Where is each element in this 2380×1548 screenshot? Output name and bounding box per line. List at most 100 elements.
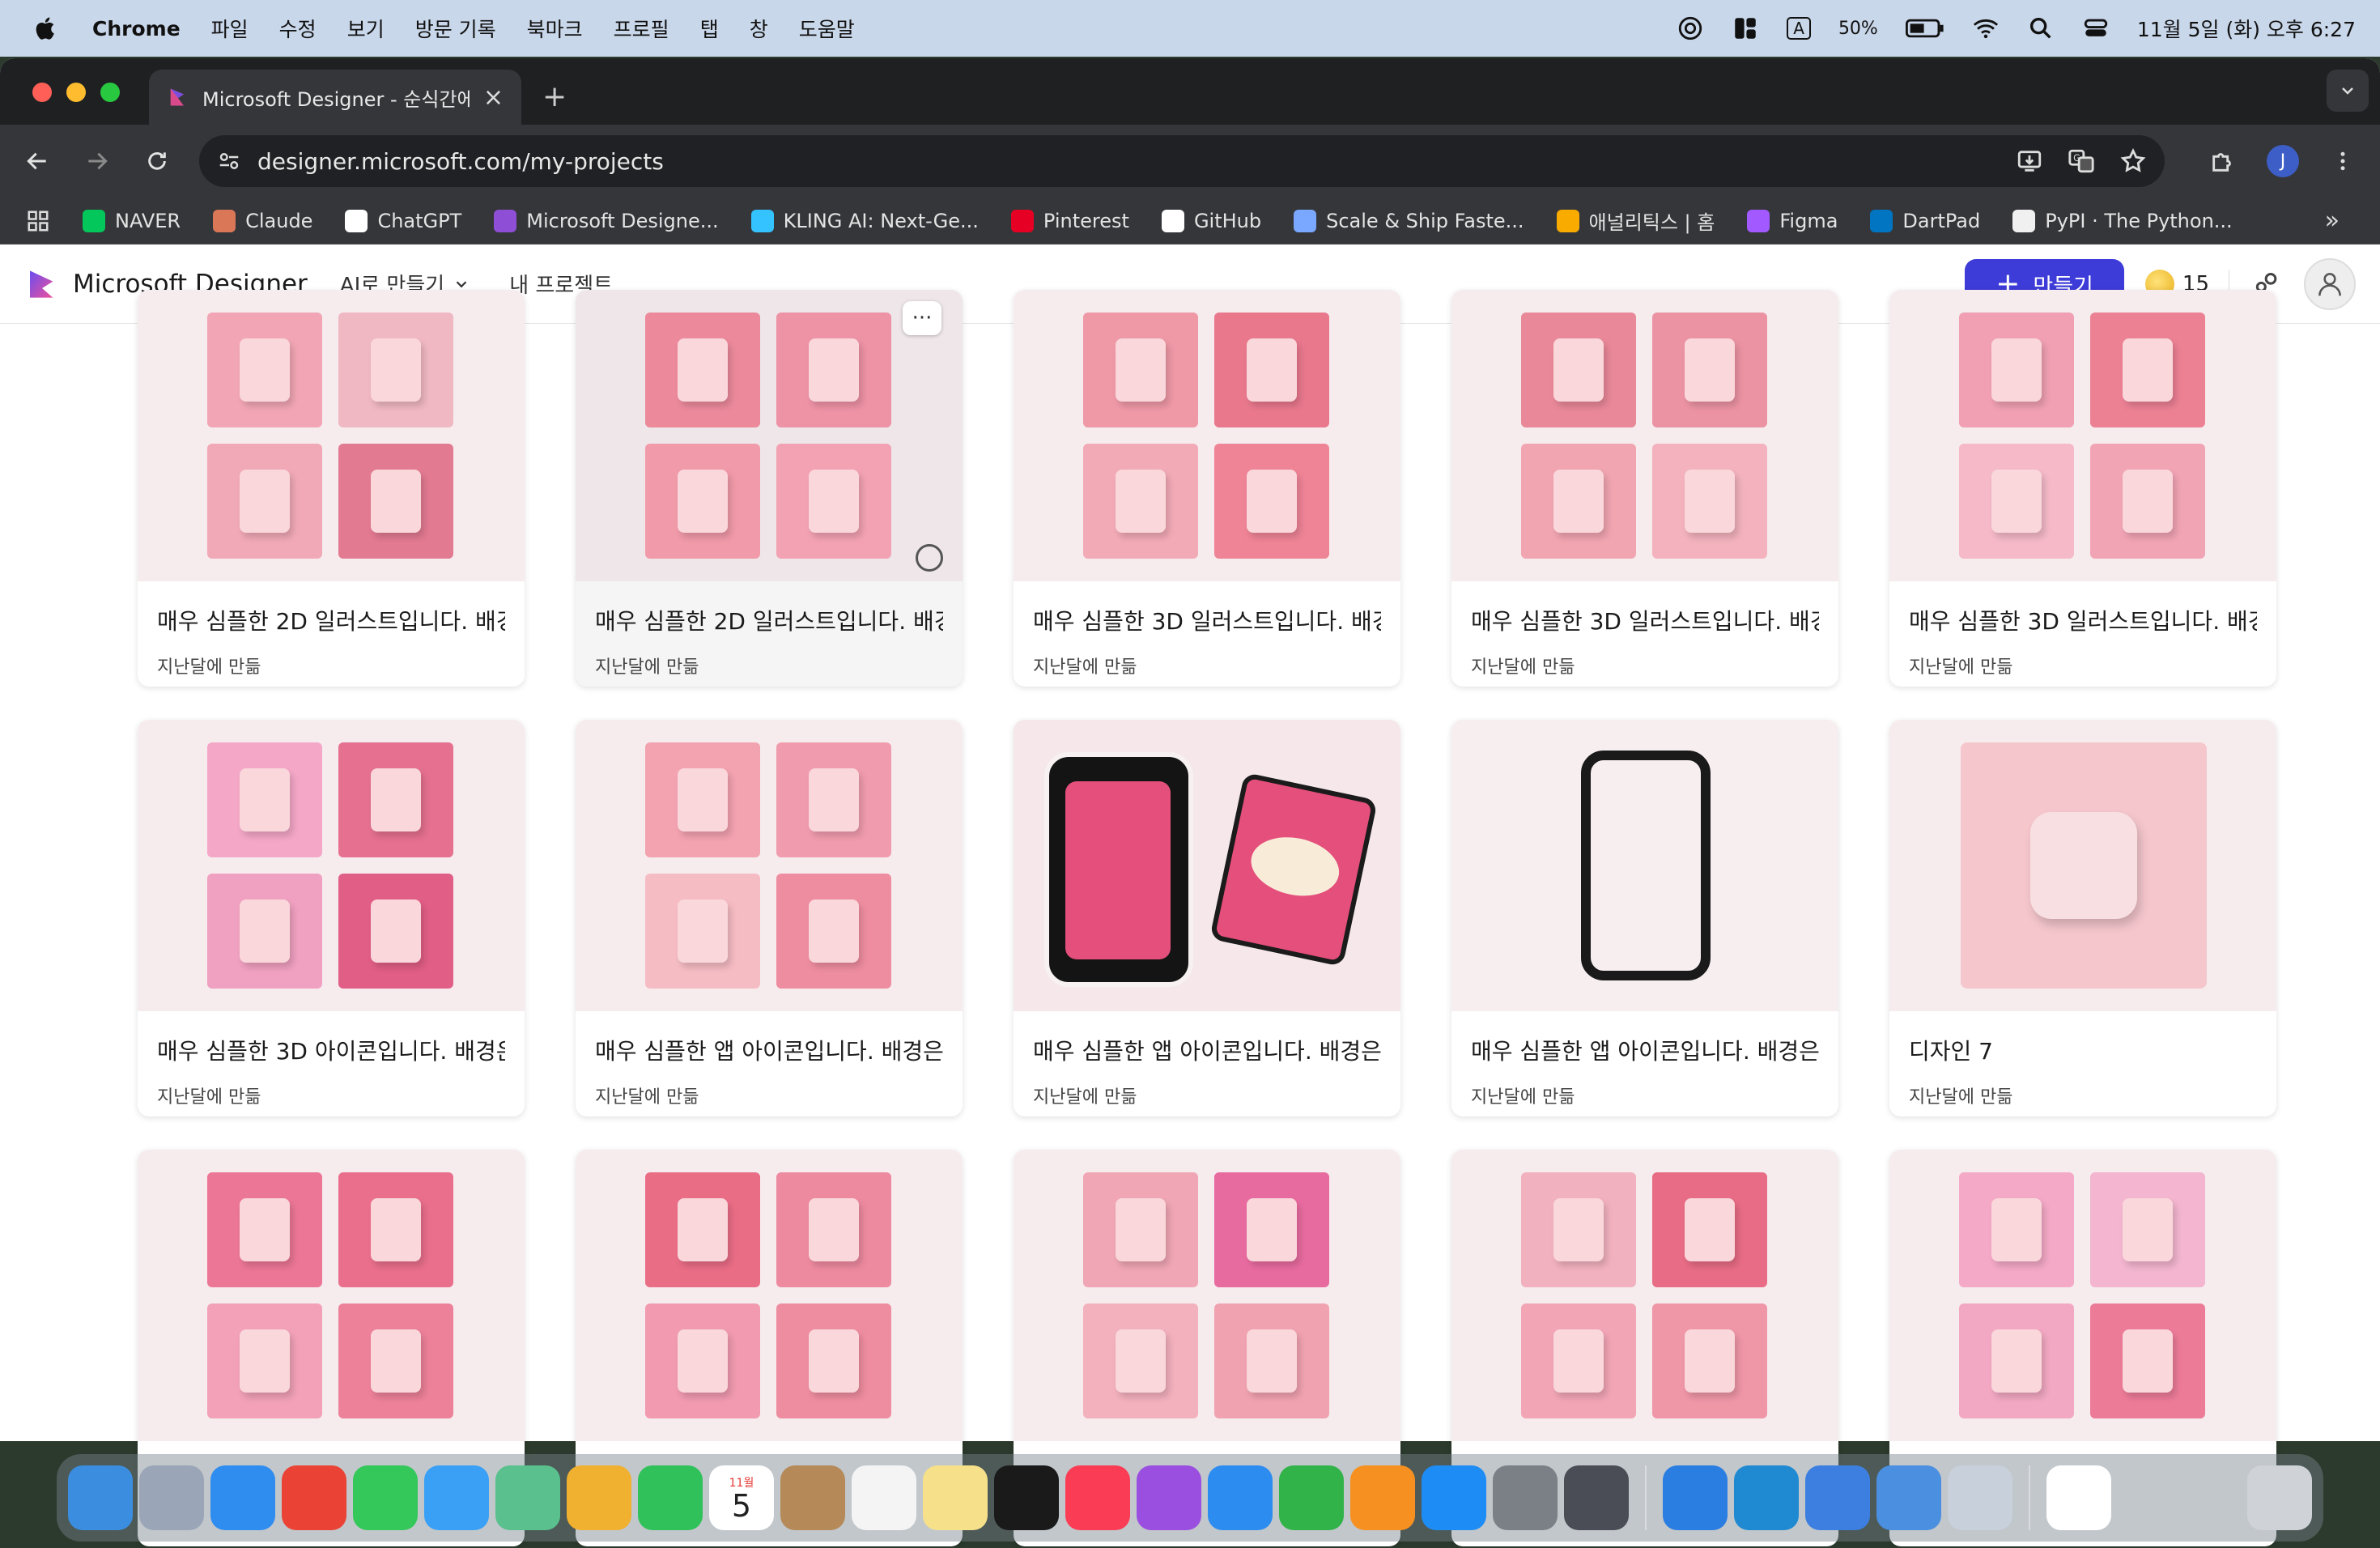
project-thumbnail[interactable] <box>1014 720 1400 1011</box>
project-title[interactable]: 매우 심플한 앱 아이콘입니다. 배경은 ... <box>1471 1034 1819 1066</box>
menu-bar-clock[interactable]: 11월 5일 (화) 오후 6:27 <box>2137 14 2356 43</box>
bookmark-item[interactable]: DartPad <box>1870 209 1980 232</box>
dock-maps-icon[interactable] <box>495 1465 560 1530</box>
dock-notes-icon[interactable] <box>923 1465 988 1530</box>
project-thumbnail[interactable] <box>576 720 963 1011</box>
dock-calendar-icon[interactable]: 11월 5 <box>709 1465 774 1530</box>
menu-view[interactable]: 보기 <box>347 14 385 43</box>
apps-grid-icon[interactable] <box>26 209 50 233</box>
project-thumbnail[interactable] <box>1014 1150 1400 1441</box>
dock-preview-icon[interactable] <box>1948 1465 2012 1530</box>
address-bar[interactable]: designer.microsoft.com/my-projects G <box>199 135 2165 187</box>
tab-close-icon[interactable]: × <box>483 83 504 112</box>
dock-trash-icon[interactable] <box>2247 1465 2312 1530</box>
zoom-window-button[interactable] <box>100 83 120 102</box>
menu-file[interactable]: 파일 <box>211 14 249 43</box>
menu-bookmarks[interactable]: 북마크 <box>527 14 583 43</box>
back-button[interactable] <box>19 143 55 179</box>
dock-safari-icon[interactable] <box>210 1465 275 1530</box>
bookmark-item[interactable]: GitHub <box>1161 209 1261 232</box>
project-thumbnail[interactable] <box>138 720 525 1011</box>
dock-podcasts-icon[interactable] <box>1137 1465 1201 1530</box>
bookmark-star-icon[interactable] <box>2119 147 2147 175</box>
dock-chrome-icon[interactable] <box>282 1465 346 1530</box>
bookmark-item[interactable]: PyPI · The Python... <box>2012 209 2233 232</box>
dock-facetime-icon[interactable] <box>638 1465 703 1530</box>
input-source-indicator[interactable]: A <box>1787 17 1811 40</box>
dock-messages-icon[interactable] <box>353 1465 418 1530</box>
extensions-button[interactable] <box>2205 143 2241 179</box>
dock-reminders-icon[interactable] <box>852 1465 916 1530</box>
site-settings-icon[interactable] <box>217 149 241 173</box>
dock-finder-icon[interactable] <box>68 1465 133 1530</box>
dock-app-store-icon[interactable] <box>1422 1465 1486 1530</box>
project-card[interactable]: 매우 심플한 3D 일러스트입니다. 배경... 지난달에 만듦 <box>1451 290 1838 687</box>
bookmark-item[interactable]: Scale & Ship Faste... <box>1294 209 1524 232</box>
minimize-window-button[interactable] <box>66 83 86 102</box>
menu-tab[interactable]: 탭 <box>700 14 719 43</box>
dock-music-icon[interactable] <box>1065 1465 1130 1530</box>
project-thumbnail[interactable] <box>1014 290 1400 581</box>
project-card[interactable]: 매우 심플한 앱 아이콘입니다. 배경은 ... 지난달에 만듦 <box>1014 720 1400 1116</box>
dock-vscode-icon[interactable] <box>1734 1465 1799 1530</box>
project-thumbnail[interactable] <box>1889 290 2276 581</box>
project-title[interactable]: 매우 심플한 2D 일러스트입니다. 배경... <box>157 604 505 636</box>
menu-profile[interactable]: 프로필 <box>614 14 669 43</box>
project-title[interactable]: 매우 심플한 앱 아이콘입니다. 배경은 ... <box>595 1034 943 1066</box>
dock-xcode-icon[interactable] <box>1805 1465 1870 1530</box>
dock-iphone-mirroring-icon[interactable] <box>1564 1465 1629 1530</box>
menu-edit[interactable]: 수정 <box>279 14 317 43</box>
tab-search-button[interactable] <box>2327 70 2369 112</box>
chatgpt-status-icon[interactable] <box>1677 15 1704 42</box>
project-card[interactable]: 매우 심플한 앱 아이콘입니다. 배경은 ... 지난달에 만듦 <box>1451 720 1838 1116</box>
wifi-icon[interactable] <box>1972 15 2000 42</box>
project-thumbnail[interactable] <box>1451 290 1838 581</box>
project-title[interactable]: 매우 심플한 3D 일러스트입니다. 배경... <box>1471 604 1819 636</box>
tab-microsoft-designer[interactable]: Microsoft Designer - 순식간에 × <box>149 70 521 125</box>
bookmark-item[interactable]: Pinterest <box>1010 209 1129 232</box>
user-profile-button[interactable] <box>2304 258 2356 310</box>
project-thumbnail[interactable] <box>1889 1150 2276 1441</box>
project-title[interactable]: 디자인 7 <box>1909 1034 2257 1066</box>
dock-contacts-icon[interactable] <box>780 1465 845 1530</box>
chrome-menu-button[interactable] <box>2325 143 2361 179</box>
window-layout-icon[interactable] <box>1732 15 1759 42</box>
menu-history[interactable]: 방문 기록 <box>415 14 496 43</box>
project-title[interactable]: 매우 심플한 2D 일러스트입니다. 배경... <box>595 604 943 636</box>
reload-button[interactable] <box>139 143 175 179</box>
project-card[interactable]: 디자인 7 지난달에 만듦 <box>1889 720 2276 1116</box>
card-select-checkbox[interactable] <box>916 544 943 572</box>
control-center-icon[interactable] <box>2082 15 2110 42</box>
forward-button[interactable] <box>79 143 115 179</box>
bookmark-item[interactable]: NAVER <box>83 209 181 232</box>
dock-system-settings-icon[interactable] <box>1493 1465 1558 1530</box>
project-card[interactable]: 매우 심플한 2D 일러스트입니다. 배경... 지난달에 만듦 <box>138 290 525 687</box>
bookmark-item[interactable]: ChatGPT <box>345 209 461 232</box>
spotlight-search-icon[interactable] <box>2027 15 2055 42</box>
project-card[interactable]: 매우 심플한 3D 아이콘입니다. 배경은... 지난달에 만듦 <box>138 720 525 1116</box>
bookmark-item[interactable]: Claude <box>213 209 312 232</box>
project-thumbnail[interactable]: ··· <box>576 290 963 581</box>
project-thumbnail[interactable] <box>1451 720 1838 1011</box>
close-window-button[interactable] <box>32 83 52 102</box>
card-more-options-button[interactable]: ··· <box>903 301 941 335</box>
dock-launchpad-icon[interactable] <box>139 1465 204 1530</box>
bookmark-item[interactable]: 애널리틱스 | 홈 <box>1556 206 1715 235</box>
bookmark-item[interactable]: Microsoft Designe... <box>494 209 719 232</box>
bookmark-item[interactable]: KLING AI: Next-Ge... <box>750 209 979 232</box>
dock-tv-icon[interactable] <box>994 1465 1059 1530</box>
project-card[interactable]: 매우 심플한 3D 일러스트입니다. 배경... 지난달에 만듦 <box>1014 290 1400 687</box>
new-tab-button[interactable]: + <box>542 80 567 113</box>
url-text[interactable]: designer.microsoft.com/my-projects <box>257 148 2000 175</box>
project-thumbnail[interactable] <box>576 1150 963 1441</box>
project-thumbnail[interactable] <box>1451 1150 1838 1441</box>
dock-pages-icon[interactable] <box>1350 1465 1415 1530</box>
project-title[interactable]: 매우 심플한 3D 아이콘입니다. 배경은... <box>157 1034 505 1066</box>
dock-numbers-icon[interactable] <box>1279 1465 1344 1530</box>
battery-icon[interactable] <box>1905 15 1944 42</box>
dock-keynote-icon[interactable] <box>1208 1465 1273 1530</box>
bookmarks-overflow-button[interactable]: » <box>2325 206 2340 235</box>
menu-app-name[interactable]: Chrome <box>92 17 181 40</box>
dock-photos-icon[interactable] <box>567 1465 631 1530</box>
menu-window[interactable]: 창 <box>750 14 768 43</box>
